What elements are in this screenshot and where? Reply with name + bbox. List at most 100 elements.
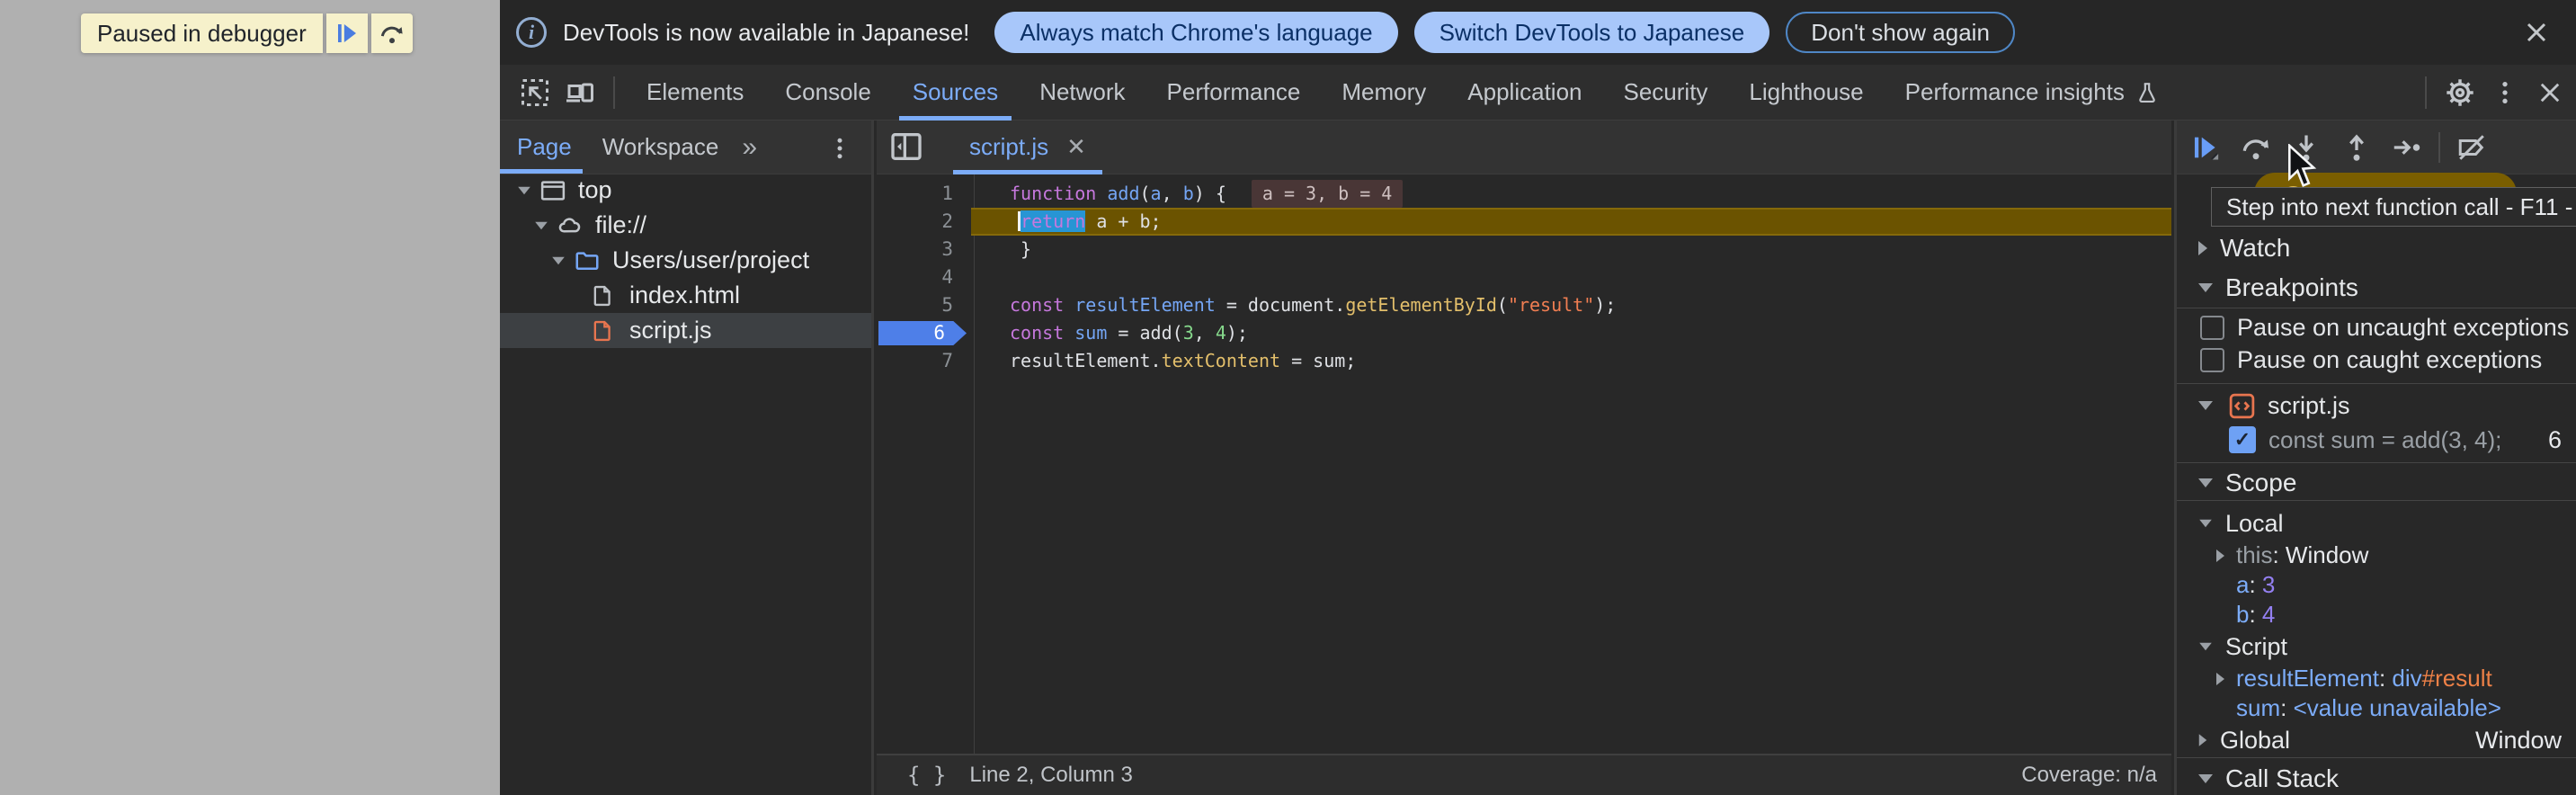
toolbar-divider [613,76,615,109]
step-over-overlay-button[interactable] [371,13,413,53]
code-line-3[interactable]: 3 } [877,236,2171,264]
scope-entry-sum[interactable]: sum: <value unavailable> [2177,693,2576,723]
toolbar-right-controls [2414,65,2576,121]
section-divider [2177,757,2576,758]
toggle-navigator-sidebar-button[interactable] [888,129,926,166]
tab-workspace[interactable]: Workspace [602,121,719,174]
device-toolbar-icon [563,76,597,109]
code-line-4[interactable]: 4 [877,264,2171,291]
close-tab-icon[interactable]: ✕ [1066,133,1086,161]
editor-tab-scriptjs[interactable]: script.js ✕ [953,121,1102,174]
collapsed-arrow-icon [2216,673,2236,685]
section-watch[interactable]: Watch [2177,230,2576,266]
tree-item-index-html[interactable]: index.html [500,278,871,313]
beaker-icon [2135,79,2159,106]
deactivate-breakpoints-button[interactable] [2456,130,2488,165]
line-number[interactable]: 5 [877,291,953,319]
line-number[interactable]: 1 [877,180,953,208]
line-number[interactable]: 4 [877,264,953,291]
property-value: <value unavailable> [2294,694,2501,722]
scope-section-global[interactable]: GlobalWindow [2177,723,2576,757]
tree-item-script-js[interactable]: script.js [500,313,871,348]
inspect-icon [519,76,551,109]
more-tabs-chevron[interactable]: » [742,132,757,163]
section-divider [2177,462,2576,463]
scope-section-script[interactable]: Script [2177,630,2576,664]
collapsed-arrow-icon [2199,734,2207,746]
tab-security[interactable]: Security [1603,65,1729,121]
file-icon [590,282,619,309]
tab-elements[interactable]: Elements [626,65,764,121]
editor-tabbar: script.js ✕ [877,121,2171,174]
code-token: resultElement [1074,294,1216,316]
checkbox[interactable] [2200,348,2224,372]
expanded-arrow-icon [2198,774,2213,783]
breakpoint-file-group[interactable]: script.js [2177,389,2576,423]
tree-item-file-[interactable]: file:// [500,208,871,243]
step-button[interactable] [2391,130,2423,165]
mouse-cursor [2286,144,2317,191]
scope-entry-a[interactable]: a: 3 [2177,570,2576,600]
colon: : [2272,541,2285,569]
device-toolbar-button[interactable] [563,76,597,110]
section-breakpoints[interactable]: Breakpoints [2177,270,2576,306]
breakpoint-marker[interactable]: 6 [878,321,967,345]
tab-network[interactable]: Network [1019,65,1145,121]
tab-performance-insights[interactable]: Performance insights [1885,65,2179,121]
code-line-7[interactable]: 7resultElement.textContent = sum; [877,347,2171,375]
navigator-more-options-button[interactable] [826,133,853,164]
dont-show-again-button[interactable]: Don't show again [1786,12,2015,53]
checkbox-row-pause-on-caught-exceptions[interactable]: Pause on caught exceptions [2177,344,2576,376]
resume-script-execution-button[interactable] [2189,130,2222,165]
infobar-close-button[interactable] [2520,16,2553,49]
scope-entry-this[interactable]: this: Window [2177,540,2576,570]
tab-page[interactable]: Page [517,121,572,174]
js-file-icon [590,317,619,344]
coverage-status: Coverage: n/a [2021,763,2157,788]
devtools-close-button[interactable] [2533,76,2567,110]
tab-label: Network [1039,78,1125,106]
settings-button[interactable] [2443,76,2477,110]
step-over-button[interactable] [2240,130,2272,165]
scope-entry-b[interactable]: b: 4 [2177,600,2576,630]
tree-item-label: top [578,176,612,204]
language-infobar: i DevTools is now available in Japanese!… [500,0,2576,65]
tab-lighthouse[interactable]: Lighthouse [1728,65,1884,121]
tab-performance[interactable]: Performance [1146,65,1322,121]
scope-section-local[interactable]: Local [2177,506,2576,540]
tab-console[interactable]: Console [764,65,891,121]
line-number[interactable]: 7 [877,347,953,375]
switch-to-japanese-button[interactable]: Switch DevTools to Japanese [1414,12,1770,53]
checkbox[interactable] [2200,316,2224,340]
code-token: = document. [1216,294,1346,316]
tab-memory[interactable]: Memory [1321,65,1447,121]
toolbar-divider [2425,76,2427,109]
section-scope[interactable]: Scope [2177,466,2576,500]
code-line-1[interactable]: 1function add(a, b) {a = 3, b = 4 [877,180,2171,208]
line-number[interactable]: 3 [877,236,953,264]
more-options-button[interactable] [2488,76,2522,110]
tree-item-top[interactable]: top [500,173,871,208]
step-out-button[interactable] [2340,130,2373,165]
inspect-element-button[interactable] [518,76,552,110]
tab-application[interactable]: Application [1447,65,1602,121]
breakpoint-checkbox[interactable]: ✓ [2229,426,2256,453]
code-editor[interactable]: 1function add(a, b) {a = 3, b = 42 retur… [877,174,2171,754]
code-line-6[interactable]: 6const sum = add(3, 4); [877,319,2171,347]
tree-item-users-user-project[interactable]: Users/user/project [500,243,871,278]
scope-entry-resultelement[interactable]: resultElement: div#result [2177,664,2576,693]
pretty-print-icon[interactable]: { } [907,763,946,788]
always-match-language-button[interactable]: Always match Chrome's language [994,12,1397,53]
section-call-stack[interactable]: Call Stack [2177,761,2576,795]
code-line-5[interactable]: 5const resultElement = document.getEleme… [877,291,2171,319]
resume-icon [334,20,361,47]
code-token [1096,183,1107,204]
tab-sources[interactable]: Sources [892,65,1019,121]
resume-script-button[interactable] [326,13,368,53]
breakpoint-entry[interactable]: ✓ const sum = add(3, 4); 6 [2177,423,2576,457]
infobar-message: DevTools is now available in Japanese! [563,19,969,47]
breakpoint-code-label: const sum = add(3, 4); [2268,426,2501,454]
line-number[interactable]: 2 [877,208,953,236]
checkbox-row-pause-on-uncaught-exceptions[interactable]: Pause on uncaught exceptions [2177,311,2576,344]
code-line-2[interactable]: 2 return a + b; [877,208,2171,236]
